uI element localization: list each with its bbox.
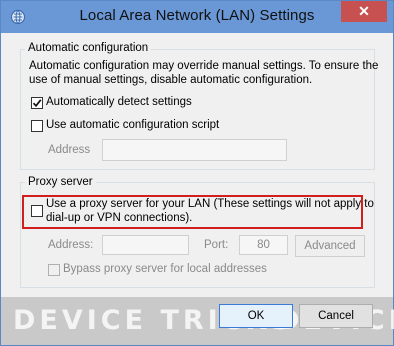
auto-config-script-label[interactable]: Use automatic configuration script (46, 119, 219, 131)
use-proxy-label-line1[interactable]: Use a proxy server for your LAN (These s… (46, 198, 374, 210)
window-title: Local Area Network (LAN) Settings (79, 7, 315, 24)
bypass-local-label[interactable]: Bypass proxy server for local addresses (63, 263, 267, 275)
auto-detect-label[interactable]: Automatically detect settings (46, 96, 192, 108)
proxy-address-label: Address: (48, 239, 94, 251)
auto-config-script-checkbox[interactable] (31, 120, 43, 132)
close-button[interactable]: ✕ (341, 1, 387, 22)
title-bar[interactable]: Local Area Network (LAN) Settings ✕ (1, 1, 393, 33)
bypass-local-checkbox[interactable] (48, 264, 60, 276)
use-proxy-label-line2[interactable]: dial-up or VPN connections). (46, 212, 192, 224)
auto-config-description-line1: Automatic configuration may override man… (29, 60, 379, 72)
advanced-button[interactable]: Advanced (295, 235, 365, 257)
auto-config-description-line2: use of manual settings, disable automati… (29, 74, 313, 86)
lan-settings-dialog: Local Area Network (LAN) Settings ✕ Auto… (0, 0, 394, 346)
checkmark-icon (32, 99, 42, 108)
script-address-label: Address (48, 144, 91, 156)
ok-button[interactable]: OK (219, 304, 293, 328)
use-proxy-checkbox[interactable] (31, 205, 43, 217)
cancel-button[interactable]: Cancel (299, 304, 373, 328)
auto-detect-checkbox[interactable] (31, 97, 43, 109)
automatic-configuration-title: Automatic configuration (25, 42, 152, 54)
proxy-server-title: Proxy server (25, 176, 96, 188)
script-address-input[interactable] (102, 139, 287, 161)
proxy-port-label: Port: (204, 239, 229, 251)
proxy-address-input[interactable] (102, 235, 189, 255)
proxy-port-input[interactable]: 80 (239, 235, 288, 255)
